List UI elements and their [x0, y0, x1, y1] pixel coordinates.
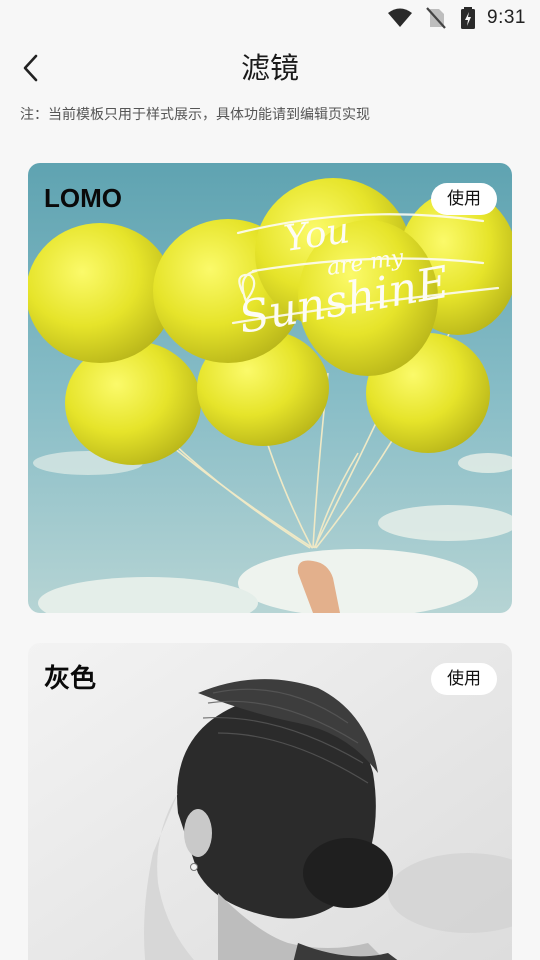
status-icons: 9:31: [387, 6, 526, 30]
template-notice: 注：当前模板只用于样式展示，具体功能请到编辑页实现: [20, 107, 370, 123]
use-gray-button[interactable]: 使用: [431, 663, 497, 695]
filter-card-lomo[interactable]: You are my SunshinE LOMO 使用: [28, 163, 512, 613]
filter-screen: 9:31 滤镜 注：当前模板只用于样式展示，具体功能请到编辑页实现 You ar…: [0, 0, 540, 960]
filter-name-gray: 灰色: [44, 663, 97, 693]
header: 滤镜: [0, 36, 540, 98]
filter-card-gray[interactable]: 灰色 使用: [28, 643, 512, 960]
page-title: 滤镜: [240, 51, 299, 85]
battery-charging-icon: [461, 7, 476, 29]
wifi-icon: [388, 8, 413, 27]
status-time: 9:31: [487, 7, 526, 28]
filter-name-lomo: LOMO: [44, 183, 122, 213]
no-sim-icon: [426, 7, 446, 29]
yellow-balloons-photo: You are my SunshinE: [28, 163, 512, 613]
status-bar: 9:31: [0, 0, 540, 36]
use-lomo-button[interactable]: 使用: [431, 183, 497, 215]
